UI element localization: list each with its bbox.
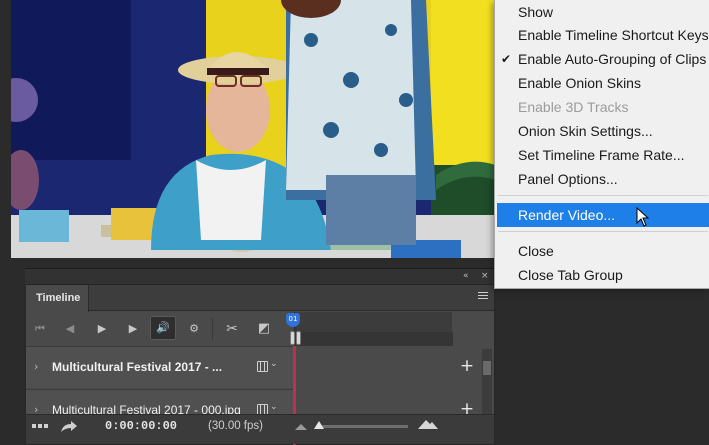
menu-item-onion-skin-settings[interactable]: Onion Skin Settings...: [495, 119, 709, 143]
collapse-panel-icon[interactable]: «: [463, 270, 469, 282]
menu-item-close-tab-group[interactable]: Close Tab Group: [495, 263, 709, 287]
menu-item-enable-3d-tracks: Enable 3D Tracks: [518, 99, 629, 115]
photoshop-window: « × Timeline ⏮ ◀ ▶ ▶ 🔊 ⚙ ✂ ◩ 01 › Multic…: [0, 0, 709, 445]
timeline-panel: Timeline ⏮ ◀ ▶ ▶ 🔊 ⚙ ✂ ◩ 01 › Multicultu…: [25, 284, 495, 445]
festival-photo: [11, 0, 495, 258]
track-name: Multicultural Festival 2017 - ...: [52, 360, 223, 374]
menu-item-panel-options[interactable]: Panel Options...: [495, 167, 709, 191]
scroll-thumb[interactable]: [483, 361, 491, 375]
panel-tab-bar: Timeline: [26, 285, 494, 312]
audio-icon[interactable]: 🔊: [150, 316, 176, 340]
track-clip-area[interactable]: [294, 346, 452, 388]
expand-track-icon[interactable]: ›: [34, 360, 38, 373]
menu-item-close[interactable]: Close: [495, 239, 709, 263]
zoom-in-icon[interactable]: [418, 419, 438, 429]
render-video-icon[interactable]: [60, 420, 78, 434]
menu-item-show[interactable]: Show: [495, 0, 709, 24]
go-to-first-frame-icon[interactable]: ⏮: [30, 320, 50, 338]
timeline-footer: 0:00:00:00 (30.00 fps): [26, 414, 494, 444]
time-ruler[interactable]: [294, 312, 453, 346]
timeline-panel-menu: Show Enable Timeline Shortcut Keys ✔ Enab…: [494, 0, 709, 289]
next-frame-icon[interactable]: ▶: [123, 320, 143, 338]
chevron-down-icon[interactable]: ⌄: [270, 359, 278, 369]
add-media-button[interactable]: +: [452, 346, 482, 388]
menu-separator: [498, 195, 708, 196]
panel-header-strip: « ×: [25, 268, 495, 284]
vertical-scrollbar[interactable]: [482, 349, 492, 415]
zoom-out-icon[interactable]: [295, 423, 307, 431]
menu-item-enable-timeline-shortcut-keys[interactable]: Enable Timeline Shortcut Keys: [495, 23, 709, 47]
work-area-start-handle[interactable]: [290, 331, 295, 345]
menu-item-render-video[interactable]: Render Video...: [497, 203, 709, 227]
work-area-bar[interactable]: [295, 332, 453, 346]
film-strip-icon[interactable]: [257, 361, 268, 372]
document-canvas[interactable]: [11, 0, 495, 258]
transition-icon[interactable]: ◩: [254, 320, 274, 338]
close-panel-icon[interactable]: ×: [481, 270, 489, 282]
play-icon[interactable]: ▶: [92, 320, 112, 338]
chevron-down-icon[interactable]: ⌄: [270, 402, 278, 412]
menu-item-set-frame-rate[interactable]: Set Timeline Frame Rate...: [495, 143, 709, 167]
frame-grid-icon[interactable]: [32, 422, 52, 434]
playback-settings-icon[interactable]: ⚙: [184, 320, 204, 338]
checkmark-icon: ✔: [501, 52, 512, 66]
current-timecode: 0:00:00:00: [105, 419, 178, 433]
previous-frame-icon[interactable]: ◀: [60, 320, 80, 338]
zoom-slider-track[interactable]: [316, 425, 408, 428]
tab-timeline[interactable]: Timeline: [26, 285, 89, 312]
menu-separator: [498, 231, 708, 232]
playhead-handle[interactable]: 01: [286, 313, 300, 327]
mouse-cursor-icon: [636, 207, 650, 227]
menu-item-enable-onion-skins[interactable]: Enable Onion Skins: [495, 71, 709, 95]
work-area-end-handle[interactable]: [296, 331, 301, 345]
frame-rate-label: (30.00 fps): [208, 420, 263, 432]
panel-menu-icon[interactable]: [478, 292, 488, 301]
zoom-slider-thumb[interactable]: [314, 421, 324, 429]
menu-item-enable-auto-grouping[interactable]: ✔ Enable Auto-Grouping of Clips: [495, 47, 709, 71]
split-at-playhead-icon[interactable]: ✂: [222, 320, 242, 338]
